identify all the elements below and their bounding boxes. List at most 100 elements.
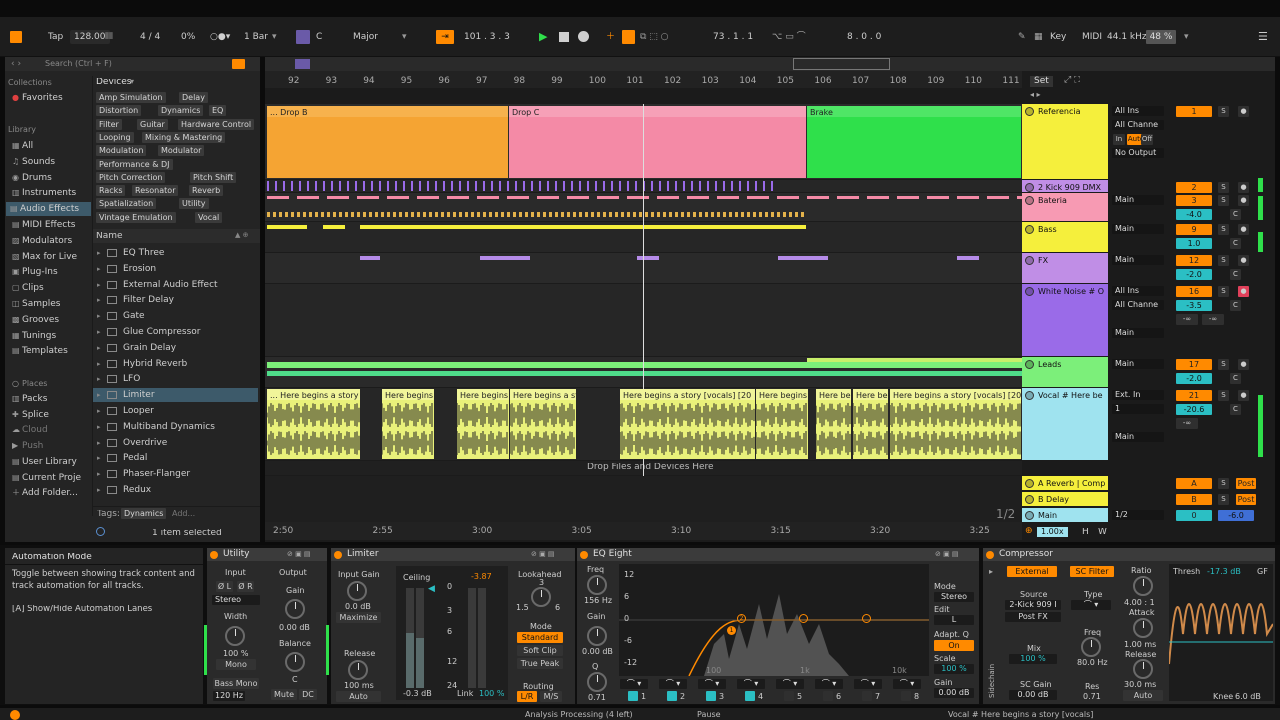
clip-fx-d[interactable] — [778, 256, 828, 260]
stop-icon[interactable] — [559, 32, 569, 42]
swing-field[interactable]: 0% — [181, 30, 195, 44]
width-knob[interactable] — [225, 626, 245, 646]
w-button[interactable]: W — [1098, 528, 1107, 537]
sidebar-item-user-library[interactable]: ▤ User Library — [8, 455, 93, 469]
overview-strip[interactable] — [265, 57, 1275, 71]
monitor-off-button[interactable]: Off — [1141, 134, 1153, 145]
device-tag[interactable]: Resonator — [132, 185, 179, 197]
eq-band-1-filter-icon[interactable]: ⌒ ▾ — [620, 679, 648, 689]
search-input[interactable]: Search (Ctrl + F) — [45, 60, 112, 68]
track-volume[interactable]: -2.0 — [1176, 269, 1212, 280]
sidebar-item-push[interactable]: ▶ Push — [8, 439, 93, 453]
automation-arm-icon[interactable] — [622, 30, 635, 44]
device-header-icons[interactable]: ⊘ ▣ ▤ — [287, 551, 311, 558]
eq-band-4-toggle[interactable] — [745, 691, 755, 701]
expand-arrow-icon[interactable]: ▸ — [97, 262, 101, 276]
solo-button[interactable]: S — [1218, 478, 1229, 489]
track-volume[interactable]: -20.6 — [1176, 404, 1212, 415]
key-scale-dropdown[interactable]: Major — [353, 30, 378, 44]
mode-soft-clip-button[interactable]: Soft Clip — [517, 645, 563, 656]
channel-mode-dropdown[interactable]: Stereo — [212, 595, 260, 605]
track-input-routing[interactable]: Main — [1112, 224, 1164, 234]
sidebar-item-add-folder-[interactable]: ＋ Add Folder... — [8, 486, 93, 500]
sidebar-item-samples[interactable]: ◫ Samples — [8, 297, 93, 311]
track-activator[interactable]: 0 — [1176, 510, 1212, 521]
sidebar-item-drums[interactable]: ◉ Drums — [8, 171, 93, 185]
track-activator[interactable]: 3 — [1176, 195, 1212, 206]
device-tag[interactable]: Looping — [96, 131, 134, 143]
track-header-white-noise-o[interactable]: White Noise # O — [1022, 284, 1108, 356]
add-tag-button[interactable]: Add... — [172, 510, 195, 518]
solo-button[interactable]: S — [1218, 390, 1229, 401]
track-volume[interactable]: -6.0 — [1218, 510, 1254, 521]
list-item[interactable]: ▸ Hybrid Reverb — [93, 357, 258, 371]
release-auto-button[interactable]: Auto — [336, 691, 381, 702]
list-item[interactable]: ▸ Redux — [93, 483, 258, 497]
capture-icon[interactable]: ⧉ ⬚ ○ — [640, 30, 669, 44]
clip-bass-a[interactable] — [267, 225, 307, 229]
track-header-leads[interactable]: Leads — [1022, 357, 1108, 387]
list-item[interactable]: ▸ Pedal — [93, 451, 258, 465]
device-tag[interactable]: Filter — [96, 118, 122, 130]
expand-arrow-icon[interactable]: ▸ — [97, 372, 101, 386]
device-header-icons[interactable]: ⊘ ▣ ▤ — [935, 551, 959, 558]
expand-arrow-icon[interactable]: ▸ — [97, 309, 101, 323]
track-input-channel[interactable]: All Channe — [1112, 120, 1164, 130]
sidebar-item-favorites[interactable]: ● Favorites — [8, 91, 63, 105]
device-tag[interactable]: Spatialization — [96, 198, 157, 210]
sc-mix-value[interactable]: 100 % — [1009, 654, 1057, 664]
sc-filter-button[interactable]: SC Filter — [1070, 566, 1114, 577]
scale-mode-icon[interactable] — [296, 30, 310, 44]
key-root-dropdown[interactable]: C — [316, 30, 322, 44]
sort-icon[interactable]: ▲ ⊕ — [235, 232, 248, 239]
expand-arrow-icon[interactable]: ▸ — [97, 467, 101, 481]
sidebar-item-all[interactable]: ▦ All — [8, 139, 93, 153]
clip-fx-a[interactable] — [360, 256, 380, 260]
tag-dynamics[interactable]: Dynamics — [121, 508, 167, 519]
track-fold-icon[interactable] — [1025, 511, 1034, 520]
track-header-bass[interactable]: Bass — [1022, 222, 1108, 252]
track-header-bateria[interactable]: Bateria — [1022, 193, 1108, 221]
send-post-button[interactable]: Post — [1236, 494, 1256, 505]
device-tag[interactable]: EQ — [209, 105, 227, 117]
track-input-routing[interactable]: Main — [1112, 195, 1164, 205]
clip-bateria-hats[interactable] — [267, 196, 1022, 199]
track-fold-icon[interactable] — [1025, 287, 1034, 296]
sidebar-item-max-for-live[interactable]: ▧ Max for Live — [8, 250, 93, 264]
list-item[interactable]: ▸ Filter Delay — [93, 293, 258, 307]
eq-band-3-toggle[interactable] — [706, 691, 716, 701]
clip-vocal[interactable]: Here begins a story [vocals] [20 — [620, 389, 755, 459]
track-input-routing[interactable]: 1/2 — [1112, 510, 1164, 520]
clip-kick-notes[interactable] — [267, 181, 777, 191]
eq-adaptq-button[interactable]: On — [934, 640, 974, 651]
track-fold-icon[interactable] — [1025, 225, 1034, 234]
external-button[interactable]: External — [1007, 566, 1057, 577]
device-tag[interactable]: Distortion — [96, 105, 142, 117]
arm-icon[interactable]: ● — [1238, 106, 1249, 117]
solo-button[interactable]: S — [1218, 195, 1229, 206]
device-header-icons[interactable]: ⊘ ▣ ▤ — [531, 551, 555, 558]
track-output-routing[interactable]: Main — [1112, 432, 1164, 442]
list-item[interactable]: ▸ Glue Compressor — [93, 325, 258, 339]
list-item[interactable]: ▸ Looper — [93, 404, 258, 418]
clip-leads-b[interactable] — [267, 371, 1022, 376]
eq-scale-value[interactable]: 100 % — [934, 664, 974, 674]
expand-arrow-icon[interactable]: ▸ — [97, 483, 101, 497]
overdub-icon[interactable]: ＋ — [606, 30, 615, 44]
play-icon[interactable]: ▶ — [539, 30, 547, 44]
list-item[interactable]: ▸ Grain Delay — [93, 341, 258, 355]
sidebar-item-splice[interactable]: ✚ Splice — [8, 408, 93, 422]
list-item[interactable]: ▸ EQ Three — [93, 246, 258, 260]
list-item[interactable]: ▸ External Audio Effect — [93, 278, 258, 292]
expand-arrow-icon[interactable]: ▸ — [97, 278, 101, 292]
track-fold-icon[interactable] — [1025, 391, 1034, 400]
track-header-referencia[interactable]: Referencia — [1022, 104, 1108, 179]
eq-display[interactable] — [619, 564, 929, 677]
device-tag[interactable]: Delay — [179, 92, 208, 103]
track-fold-icon[interactable] — [1025, 107, 1034, 116]
track-pan[interactable]: C — [1230, 269, 1241, 280]
compressor-display[interactable] — [1168, 564, 1274, 701]
device-tag[interactable]: Utility — [179, 198, 209, 210]
sidebar-item-clips[interactable]: ▢ Clips — [8, 281, 93, 295]
track-fold-icon[interactable] — [1025, 479, 1034, 488]
